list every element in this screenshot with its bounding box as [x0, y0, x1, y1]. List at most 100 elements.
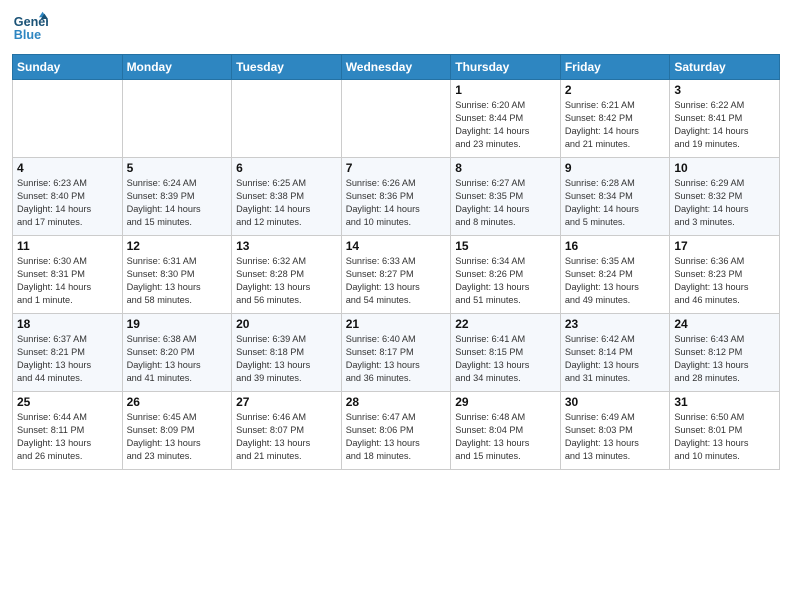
day-number: 3: [674, 83, 775, 97]
day-number: 18: [17, 317, 118, 331]
day-info: Sunrise: 6:23 AM Sunset: 8:40 PM Dayligh…: [17, 177, 118, 229]
day-info: Sunrise: 6:29 AM Sunset: 8:32 PM Dayligh…: [674, 177, 775, 229]
day-number: 23: [565, 317, 666, 331]
weekday-header-thursday: Thursday: [451, 55, 561, 80]
day-info: Sunrise: 6:50 AM Sunset: 8:01 PM Dayligh…: [674, 411, 775, 463]
day-number: 24: [674, 317, 775, 331]
calendar-cell: 3Sunrise: 6:22 AM Sunset: 8:41 PM Daylig…: [670, 80, 780, 158]
day-info: Sunrise: 6:46 AM Sunset: 8:07 PM Dayligh…: [236, 411, 337, 463]
calendar-cell: 8 Sunrise: 6:27 AM Sunset: 8:35 PM Daylig…: [451, 158, 561, 236]
day-info: Sunrise: 6:20 AM Sunset: 8:44 PM Dayligh…: [455, 99, 556, 151]
day-info: Sunrise: 6:31 AM Sunset: 8:30 PM Dayligh…: [127, 255, 228, 307]
day-info: Sunrise: 6:25 AM Sunset: 8:38 PM Dayligh…: [236, 177, 337, 229]
calendar-cell: 28 Sunrise: 6:47 AM Sunset: 8:06 PM Dayli…: [341, 392, 451, 470]
header: General Blue: [12, 10, 780, 46]
day-number: 30: [565, 395, 666, 409]
calendar-cell: 22 Sunrise: 6:41 AM Sunset: 8:15 PM Dayli…: [451, 314, 561, 392]
week-row-4: 18 Sunrise: 6:37 AM Sunset: 8:21 PM Dayli…: [13, 314, 780, 392]
calendar-cell: 26Sunrise: 6:45 AM Sunset: 8:09 PM Dayli…: [122, 392, 232, 470]
day-number: 2: [565, 83, 666, 97]
weekday-header-saturday: Saturday: [670, 55, 780, 80]
day-number: 29: [455, 395, 556, 409]
svg-text:Blue: Blue: [14, 28, 41, 42]
day-info: Sunrise: 6:26 AM Sunset: 8:36 PM Dayligh…: [346, 177, 447, 229]
day-info: Sunrise: 6:39 AM Sunset: 8:18 PM Dayligh…: [236, 333, 337, 385]
calendar-cell: 7 Sunrise: 6:26 AM Sunset: 8:36 PM Daylig…: [341, 158, 451, 236]
day-info: Sunrise: 6:48 AM Sunset: 8:04 PM Dayligh…: [455, 411, 556, 463]
weekday-header-row: SundayMondayTuesdayWednesdayThursdayFrid…: [13, 55, 780, 80]
weekday-header-friday: Friday: [560, 55, 670, 80]
day-number: 14: [346, 239, 447, 253]
day-info: Sunrise: 6:37 AM Sunset: 8:21 PM Dayligh…: [17, 333, 118, 385]
calendar-cell: 18 Sunrise: 6:37 AM Sunset: 8:21 PM Dayli…: [13, 314, 123, 392]
calendar-cell: 16 Sunrise: 6:35 AM Sunset: 8:24 PM Dayli…: [560, 236, 670, 314]
day-number: 31: [674, 395, 775, 409]
calendar-cell: [232, 80, 342, 158]
calendar-cell: 10Sunrise: 6:29 AM Sunset: 8:32 PM Dayli…: [670, 158, 780, 236]
calendar-cell: 6 Sunrise: 6:25 AM Sunset: 8:38 PM Daylig…: [232, 158, 342, 236]
weekday-header-tuesday: Tuesday: [232, 55, 342, 80]
day-number: 27: [236, 395, 337, 409]
day-number: 17: [674, 239, 775, 253]
calendar-cell: 24 Sunrise: 6:43 AM Sunset: 8:12 PM Dayli…: [670, 314, 780, 392]
calendar-cell: 9 Sunrise: 6:28 AM Sunset: 8:34 PM Daylig…: [560, 158, 670, 236]
weekday-header-monday: Monday: [122, 55, 232, 80]
day-number: 21: [346, 317, 447, 331]
day-number: 20: [236, 317, 337, 331]
week-row-3: 11Sunrise: 6:30 AM Sunset: 8:31 PM Dayli…: [13, 236, 780, 314]
calendar-cell: 14Sunrise: 6:33 AM Sunset: 8:27 PM Dayli…: [341, 236, 451, 314]
day-info: Sunrise: 6:41 AM Sunset: 8:15 PM Dayligh…: [455, 333, 556, 385]
day-number: 8: [455, 161, 556, 175]
day-info: Sunrise: 6:34 AM Sunset: 8:26 PM Dayligh…: [455, 255, 556, 307]
day-info: Sunrise: 6:43 AM Sunset: 8:12 PM Dayligh…: [674, 333, 775, 385]
weekday-header-wednesday: Wednesday: [341, 55, 451, 80]
calendar-cell: 19Sunrise: 6:38 AM Sunset: 8:20 PM Dayli…: [122, 314, 232, 392]
day-number: 15: [455, 239, 556, 253]
calendar-cell: 2Sunrise: 6:21 AM Sunset: 8:42 PM Daylig…: [560, 80, 670, 158]
calendar-cell: [13, 80, 123, 158]
day-number: 12: [127, 239, 228, 253]
day-number: 7: [346, 161, 447, 175]
day-number: 19: [127, 317, 228, 331]
calendar-cell: [341, 80, 451, 158]
calendar-cell: 15 Sunrise: 6:34 AM Sunset: 8:26 PM Dayli…: [451, 236, 561, 314]
logo-icon: General Blue: [12, 10, 48, 46]
calendar-cell: 12 Sunrise: 6:31 AM Sunset: 8:30 PM Dayli…: [122, 236, 232, 314]
calendar-cell: 29 Sunrise: 6:48 AM Sunset: 8:04 PM Dayli…: [451, 392, 561, 470]
day-number: 11: [17, 239, 118, 253]
calendar-cell: 25 Sunrise: 6:44 AM Sunset: 8:11 PM Dayli…: [13, 392, 123, 470]
day-info: Sunrise: 6:40 AM Sunset: 8:17 PM Dayligh…: [346, 333, 447, 385]
day-info: Sunrise: 6:36 AM Sunset: 8:23 PM Dayligh…: [674, 255, 775, 307]
week-row-5: 25 Sunrise: 6:44 AM Sunset: 8:11 PM Dayli…: [13, 392, 780, 470]
day-info: Sunrise: 6:42 AM Sunset: 8:14 PM Dayligh…: [565, 333, 666, 385]
calendar-container: General Blue SundayMondayTuesdayWednesda…: [0, 0, 792, 612]
day-number: 25: [17, 395, 118, 409]
calendar-cell: 31 Sunrise: 6:50 AM Sunset: 8:01 PM Dayli…: [670, 392, 780, 470]
calendar-cell: 17 Sunrise: 6:36 AM Sunset: 8:23 PM Dayli…: [670, 236, 780, 314]
day-number: 16: [565, 239, 666, 253]
day-number: 4: [17, 161, 118, 175]
calendar-cell: 4 Sunrise: 6:23 AM Sunset: 8:40 PM Daylig…: [13, 158, 123, 236]
day-info: Sunrise: 6:27 AM Sunset: 8:35 PM Dayligh…: [455, 177, 556, 229]
calendar-cell: 11Sunrise: 6:30 AM Sunset: 8:31 PM Dayli…: [13, 236, 123, 314]
day-info: Sunrise: 6:28 AM Sunset: 8:34 PM Dayligh…: [565, 177, 666, 229]
calendar-table: SundayMondayTuesdayWednesdayThursdayFrid…: [12, 54, 780, 470]
day-number: 22: [455, 317, 556, 331]
day-number: 28: [346, 395, 447, 409]
day-info: Sunrise: 6:45 AM Sunset: 8:09 PM Dayligh…: [127, 411, 228, 463]
day-info: Sunrise: 6:49 AM Sunset: 8:03 PM Dayligh…: [565, 411, 666, 463]
calendar-cell: 13 Sunrise: 6:32 AM Sunset: 8:28 PM Dayli…: [232, 236, 342, 314]
calendar-cell: 21 Sunrise: 6:40 AM Sunset: 8:17 PM Dayli…: [341, 314, 451, 392]
day-info: Sunrise: 6:44 AM Sunset: 8:11 PM Dayligh…: [17, 411, 118, 463]
day-number: 6: [236, 161, 337, 175]
day-number: 13: [236, 239, 337, 253]
weekday-header-sunday: Sunday: [13, 55, 123, 80]
calendar-cell: 27 Sunrise: 6:46 AM Sunset: 8:07 PM Dayli…: [232, 392, 342, 470]
day-number: 9: [565, 161, 666, 175]
calendar-cell: 20 Sunrise: 6:39 AM Sunset: 8:18 PM Dayli…: [232, 314, 342, 392]
calendar-cell: [122, 80, 232, 158]
day-info: Sunrise: 6:47 AM Sunset: 8:06 PM Dayligh…: [346, 411, 447, 463]
day-info: Sunrise: 6:32 AM Sunset: 8:28 PM Dayligh…: [236, 255, 337, 307]
day-info: Sunrise: 6:35 AM Sunset: 8:24 PM Dayligh…: [565, 255, 666, 307]
day-number: 5: [127, 161, 228, 175]
